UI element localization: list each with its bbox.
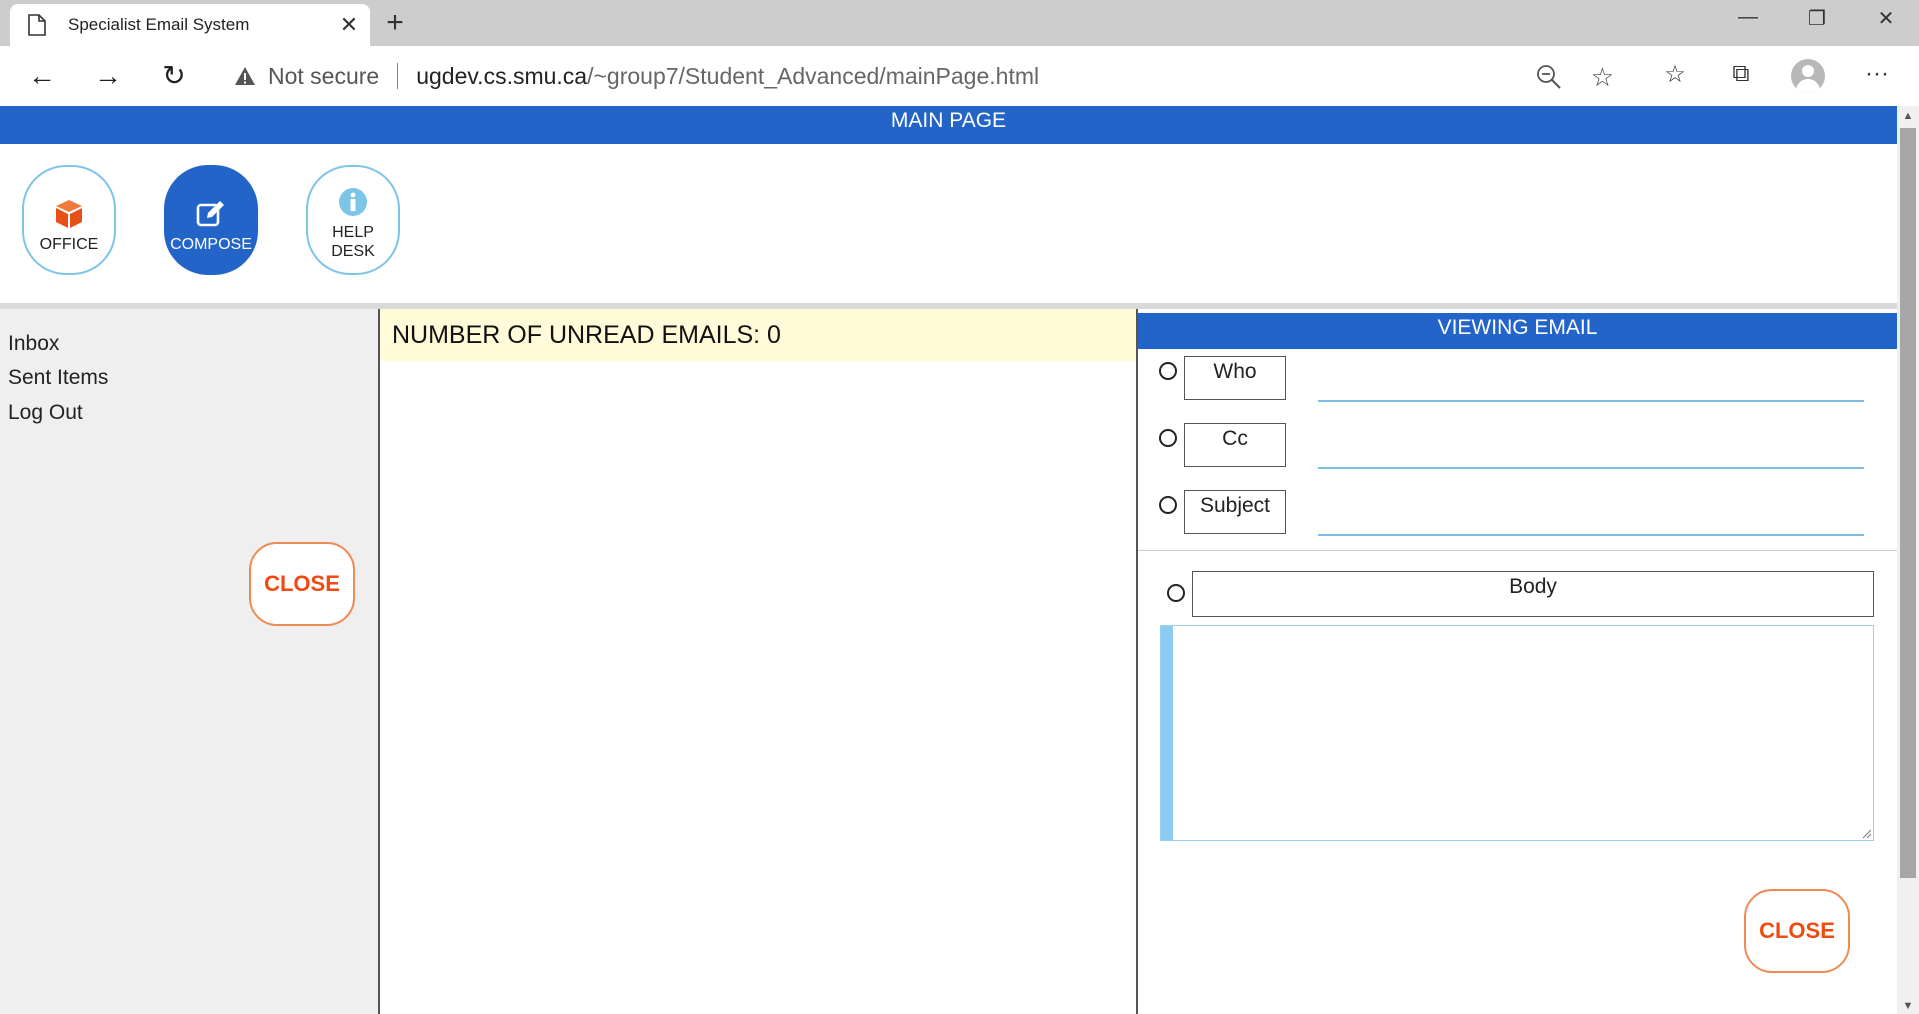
security-status: Not secure <box>268 62 380 89</box>
who-radio[interactable] <box>1159 362 1177 380</box>
viewer-close-button[interactable]: CLOSE <box>1744 889 1850 973</box>
forward-icon[interactable]: → <box>90 59 126 95</box>
restore-icon[interactable]: ❐ <box>1797 6 1837 31</box>
page-content: MAIN PAGE OFFICE COMPOSE HELP DESK Inbox… <box>0 106 1897 1014</box>
url-path: /~group7/Student_Advanced/mainPage.html <box>587 62 1040 89</box>
subject-label: Subject <box>1184 490 1286 534</box>
warning-icon <box>235 67 255 85</box>
subject-field[interactable] <box>1318 534 1864 536</box>
url-host: ugdev.cs.smu.ca <box>416 62 588 89</box>
sidebar: Inbox Sent Items Log Out CLOSE <box>0 309 380 1014</box>
office-button[interactable]: OFFICE <box>22 165 116 275</box>
tab-close-icon[interactable]: ✕ <box>334 12 364 38</box>
scrollbar-thumb[interactable] <box>1900 128 1916 878</box>
page-scrollbar[interactable]: ▲ ▼ <box>1897 106 1919 1014</box>
back-icon[interactable]: ← <box>24 59 60 95</box>
page-title: MAIN PAGE <box>0 106 1897 144</box>
sidebar-close-button[interactable]: CLOSE <box>249 542 355 626</box>
new-tab-button[interactable]: + <box>380 6 410 40</box>
tab-title: Specialist Email System <box>68 15 250 34</box>
help-label-line2: DESK <box>331 243 375 260</box>
email-viewer: VIEWING EMAIL Who Cc Subject Body CLOSE <box>1138 309 1897 1014</box>
body-label: Body <box>1192 571 1874 617</box>
compose-label: COMPOSE <box>170 236 252 253</box>
sidebar-item-sent-items[interactable]: Sent Items <box>8 366 108 390</box>
favorites-icon[interactable]: ☆ <box>1658 60 1692 94</box>
profile-avatar[interactable] <box>1791 59 1825 93</box>
subject-radio[interactable] <box>1159 496 1177 514</box>
email-list-pane: NUMBER OF UNREAD EMAILS: 0 <box>380 309 1138 1014</box>
refresh-icon[interactable]: ↻ <box>156 59 192 95</box>
collections-icon[interactable]: ⧉ <box>1724 60 1758 94</box>
body-textarea-accent <box>1161 626 1173 840</box>
url-text: ugdev.cs.smu.ca/~group7/Student_Advanced… <box>416 63 1039 90</box>
address-separator <box>397 63 399 89</box>
compose-button[interactable]: COMPOSE <box>164 165 258 275</box>
browser-toolbar: ← → ↻ Not secure ugdev.cs.smu.ca/~group7… <box>0 46 1919 106</box>
resize-grip-icon[interactable] <box>1861 828 1871 838</box>
sidebar-item-inbox[interactable]: Inbox <box>8 332 59 356</box>
box-icon <box>56 200 82 228</box>
zoom-icon[interactable] <box>1536 64 1562 90</box>
who-label: Who <box>1184 356 1286 400</box>
avatar-body <box>1796 79 1820 93</box>
close-window-icon[interactable]: ✕ <box>1866 6 1906 31</box>
body-radio[interactable] <box>1167 584 1185 602</box>
minimize-icon[interactable]: — <box>1728 6 1768 29</box>
avatar-head <box>1802 65 1814 77</box>
browser-tab-bar: Specialist Email System ✕ + — ❐ ✕ <box>0 0 1919 46</box>
more-menu-icon[interactable]: ··· <box>1860 60 1894 94</box>
unread-count: NUMBER OF UNREAD EMAILS: 0 <box>380 309 1136 361</box>
favorite-star-icon[interactable]: ☆ <box>1591 62 1614 93</box>
viewer-title: VIEWING EMAIL <box>1138 313 1897 349</box>
viewer-separator <box>1138 550 1897 551</box>
scroll-up-icon[interactable]: ▲ <box>1901 110 1915 122</box>
cc-radio[interactable] <box>1159 429 1177 447</box>
cc-label: Cc <box>1184 423 1286 467</box>
office-label: OFFICE <box>39 236 99 253</box>
sidebar-item-log-out[interactable]: Log Out <box>8 401 83 425</box>
scroll-down-icon[interactable]: ▼ <box>1901 1000 1915 1012</box>
body-textarea[interactable] <box>1160 625 1874 841</box>
address-bar[interactable]: Not secure ugdev.cs.smu.ca/~group7/Stude… <box>216 54 1632 98</box>
info-icon <box>339 188 367 216</box>
browser-tab[interactable]: Specialist Email System ✕ <box>10 4 370 46</box>
edit-icon <box>196 201 224 227</box>
help-desk-button[interactable]: HELP DESK <box>306 165 400 275</box>
help-label-line1: HELP <box>332 224 374 241</box>
cc-field[interactable] <box>1318 467 1864 469</box>
who-field[interactable] <box>1318 400 1864 402</box>
page-icon <box>28 14 46 36</box>
